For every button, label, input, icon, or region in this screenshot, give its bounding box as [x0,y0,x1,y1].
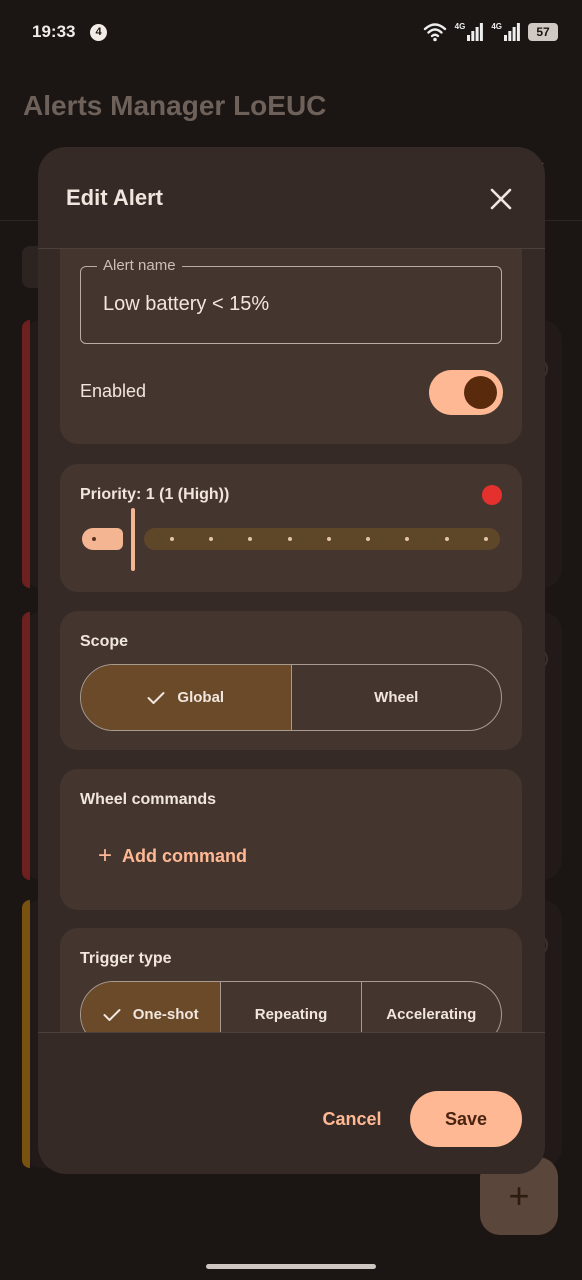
scope-option-label: Global [177,689,225,706]
scope-option-wheel[interactable]: Wheel [292,665,502,730]
switch-thumb[interactable] [464,376,497,409]
signal-icon [467,23,484,41]
slider-tick [288,537,292,541]
wheel-commands-label: Wheel commands [80,791,217,808]
slider-tick [170,537,174,541]
trigger-type-card: Trigger type One-shot Repeating Accelera… [60,928,522,1032]
check-icon [103,1008,121,1022]
slider-tick [248,537,252,541]
slider-active-track[interactable] [82,528,123,550]
add-command-button[interactable]: + Add command [98,844,247,868]
gesture-navigation-bar[interactable] [206,1264,376,1269]
trigger-option-repeating[interactable]: Repeating [221,982,362,1032]
alert-name-label: Alert name [97,257,182,274]
priority-indicator [482,485,502,505]
add-command-label: Add command [122,845,248,866]
slider-tick [366,537,370,541]
app-title: Alerts Manager LoEUC [23,90,327,121]
priority-slider-thumb[interactable] [131,508,135,571]
slider-tick [405,537,409,541]
scope-label: Scope [80,633,129,650]
footer-divider [38,1032,545,1033]
slider-tick [327,537,331,541]
dialog-title: Edit Alert [66,185,163,210]
status-time: 19:33 [32,22,76,41]
priority-stripe [22,900,30,1168]
network-type-label: 4G [454,22,466,31]
trigger-type-segmented-control: One-shot Repeating Accelerating [80,981,502,1032]
trigger-option-label: Accelerating [386,1006,477,1023]
scope-option-global[interactable]: Global [81,665,292,730]
status-bar: 19:33 4 4G 4G 57 [0,0,582,64]
slider-tick [209,537,213,541]
alert-name-value[interactable]: Low battery < 15% [103,293,269,316]
save-button[interactable]: Save [410,1091,522,1147]
priority-stripe [22,612,30,880]
wifi-icon [423,23,446,42]
close-icon [490,188,512,210]
cancel-button[interactable]: Cancel [304,1091,400,1147]
add-icon: + [508,1175,530,1216]
wheel-commands-card: Wheel commands + Add command [60,769,522,910]
scope-option-label: Wheel [374,689,419,706]
notification-count-badge: 4 [90,24,107,41]
trigger-option-label: One-shot [132,1006,199,1023]
check-icon [147,691,165,705]
trigger-option-label: Repeating [254,1006,328,1023]
enabled-label: Enabled [80,381,147,401]
status-icons: 4G 4G 57 [423,22,558,42]
priority-label: Priority: 1 (1 (High)) [80,486,230,503]
priority-card: Priority: 1 (1 (High)) [60,464,522,592]
alert-name-field[interactable]: Alert name Low battery < 15% [80,257,502,344]
trigger-type-label: Trigger type [80,950,172,967]
add-icon: + [98,842,113,869]
priority-stripe [22,320,30,588]
edit-alert-dialog: Edit Alert Alert name Low battery < 15% … [38,147,545,1174]
network-type-label: 4G [491,22,502,31]
priority-slider-track[interactable] [144,528,500,550]
trigger-option-accelerating[interactable]: Accelerating [362,982,501,1032]
dialog-body[interactable]: Alert name Low battery < 15% Enabled Pri… [38,249,545,1032]
dialog-header: Edit Alert [38,147,545,249]
scope-segmented-control: Global Wheel [80,664,502,731]
slider-tick [445,537,449,541]
signal-icon [504,23,520,41]
scope-card: Scope Global Wheel [60,611,522,750]
enabled-switch[interactable] [429,370,503,415]
close-button[interactable] [483,181,519,217]
trigger-option-one-shot[interactable]: One-shot [81,982,222,1032]
slider-tick [484,537,488,541]
battery-icon: 57 [528,23,558,41]
slider-stop-dot [92,537,96,541]
alert-name-card: Alert name Low battery < 15% Enabled [60,249,522,444]
